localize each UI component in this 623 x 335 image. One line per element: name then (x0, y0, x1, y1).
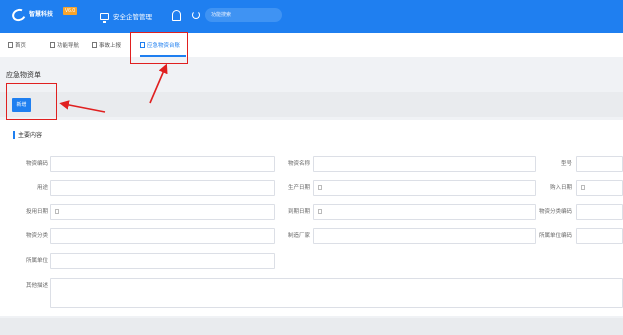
label-commission-date: 投用日期 (25, 209, 48, 215)
tab-function-nav[interactable]: 功能导航 (50, 41, 79, 49)
tab-accident-report[interactable]: 事故上报 (92, 41, 121, 49)
expiry-date-picker[interactable] (313, 204, 536, 220)
calendar-icon (318, 185, 322, 191)
material-code-input[interactable] (50, 156, 275, 172)
label-category: 物资分类 (25, 233, 48, 239)
logo-text: 智慧科技 (29, 12, 54, 18)
top-navigation-bar: 智慧科技 V6.0 安全企管管理 (0, 0, 623, 33)
label-purchase-date: 购入日期 (549, 185, 572, 191)
page-title: 应急物资单 (6, 72, 41, 79)
section-header: 主要内容 (13, 130, 42, 139)
label-category-code: 物资分类编码 (538, 209, 572, 215)
label-material-code: 物资编码 (25, 161, 48, 167)
tab-label: 事故上报 (99, 43, 122, 49)
section-title: 主要内容 (18, 133, 43, 139)
footer-strip (0, 318, 623, 335)
highlight-box-tab (130, 32, 188, 64)
page-icon (8, 42, 13, 48)
system-title[interactable]: 安全企管管理 (100, 11, 152, 23)
refresh-icon[interactable] (192, 11, 200, 19)
commission-date-picker[interactable] (50, 204, 275, 220)
monitor-icon (100, 12, 109, 23)
logo-icon (10, 6, 28, 24)
label-unit: 所属单位 (25, 258, 48, 264)
label-unit-code: 所属单位编码 (538, 233, 572, 239)
unit-input[interactable] (50, 253, 275, 269)
category-code-input[interactable] (576, 204, 623, 220)
tab-bar: 首页 功能导航 事故上报 应急物资台账 (0, 33, 623, 57)
tab-label: 功能导航 (57, 43, 80, 49)
label-production-date: 生产日期 (287, 185, 310, 191)
system-title-label: 安全企管管理 (113, 14, 152, 21)
bell-icon[interactable] (172, 10, 181, 21)
material-name-input[interactable] (313, 156, 536, 172)
toolbar (0, 92, 623, 117)
tab-home[interactable]: 首页 (8, 41, 26, 49)
calendar-icon (581, 185, 585, 191)
model-input[interactable] (576, 156, 623, 172)
search-input[interactable] (205, 8, 282, 22)
section-marker (13, 130, 15, 139)
logo[interactable]: 智慧科技 (10, 6, 54, 24)
highlight-box-button (6, 83, 57, 120)
manufacturer-input[interactable] (313, 228, 536, 244)
label-material-name: 物资名称 (287, 161, 310, 167)
page-icon (50, 42, 55, 48)
calendar-icon (318, 209, 322, 215)
other-description-textarea[interactable] (50, 278, 623, 308)
label-manufacturer: 制造厂家 (287, 233, 310, 239)
label-model: 型号 (560, 161, 572, 167)
page-icon (92, 42, 97, 48)
calendar-icon (55, 209, 59, 215)
unit-code-input[interactable] (576, 228, 623, 244)
label-usage: 用途 (36, 185, 48, 191)
label-other-description: 其他描述 (25, 283, 48, 289)
purchase-date-picker[interactable] (576, 180, 623, 196)
production-date-picker[interactable] (313, 180, 536, 196)
label-expiry-date: 到期日期 (287, 209, 310, 215)
version-badge: V6.0 (63, 7, 77, 15)
usage-input[interactable] (50, 180, 275, 196)
tab-label: 首页 (15, 43, 27, 49)
category-input[interactable] (50, 228, 275, 244)
